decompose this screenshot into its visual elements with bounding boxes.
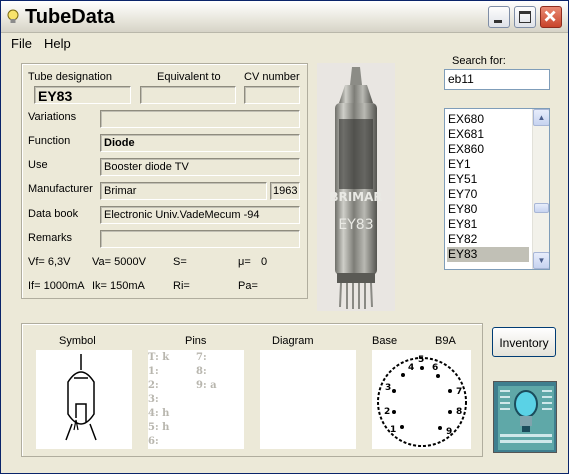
pins-label: Pins xyxy=(185,335,207,347)
socket-number: 6 xyxy=(432,363,438,373)
close-icon[interactable] xyxy=(540,6,562,28)
if-value: If= 1000mA xyxy=(28,280,85,292)
pin-entry: 3: xyxy=(148,394,159,405)
socket-number: 3 xyxy=(385,383,391,393)
menu-bar: File Help xyxy=(1,33,568,53)
search-input[interactable]: eb11 xyxy=(444,69,550,90)
minimize-icon[interactable] xyxy=(488,6,510,28)
socket-number: 2 xyxy=(384,407,390,417)
manufacturer-field[interactable]: Brimar xyxy=(100,182,267,200)
s-value: S= xyxy=(173,256,187,268)
pin-entry: 5: h xyxy=(148,422,170,433)
pin-entry: 4: h xyxy=(148,408,170,419)
list-item[interactable]: EY81 xyxy=(447,217,529,232)
socket-number: 1 xyxy=(390,425,396,435)
search-label: Search for: xyxy=(452,55,506,67)
pin-entry: 6: xyxy=(148,436,159,447)
tube-photo: BRIMAR EY83 xyxy=(317,63,395,311)
cv-field[interactable] xyxy=(244,86,300,104)
tube-image: BRIMAR EY83 xyxy=(329,67,383,309)
list-item[interactable]: EX860 xyxy=(447,142,529,157)
pa-value: Pa= xyxy=(238,280,258,292)
ik-value: Ik= 150mA xyxy=(92,280,145,292)
socket-number: 9 xyxy=(446,427,452,437)
socket-number: 7 xyxy=(456,387,462,397)
pins-column-1: T: k 1: 2: 3: 4: h 5: h 6: xyxy=(148,351,169,449)
pins-box: T: k 1: 2: 3: 4: h 5: h 6: 7: 8: 9: a xyxy=(148,350,244,449)
base-label: Base xyxy=(372,335,398,347)
symbol-label: Symbol xyxy=(59,335,96,347)
va-value: Va= 5000V xyxy=(92,256,146,268)
list-item[interactable]: EY70 xyxy=(447,187,529,202)
diagram-label: Diagram xyxy=(272,335,314,347)
vf-value: Vf= 6,3V xyxy=(28,256,71,268)
app-logo xyxy=(493,381,557,453)
use-field[interactable]: Booster diode TV xyxy=(100,158,300,176)
variations-field[interactable] xyxy=(100,110,300,128)
list-item[interactable]: EY82 xyxy=(447,232,529,247)
symbol-box xyxy=(36,350,132,449)
pin-entry: 8: xyxy=(196,366,207,377)
window-title: TubeData xyxy=(25,6,115,28)
remarks-field[interactable] xyxy=(100,230,300,248)
databook-field[interactable]: Electronic Univ.VadeMecum -94 xyxy=(100,206,300,224)
inventory-button[interactable]: Inventory xyxy=(492,327,556,357)
pins-column-2: 7: 8: 9: a xyxy=(196,351,217,393)
tube-brand-print: BRIMAR xyxy=(329,190,382,204)
use-label: Use xyxy=(28,159,48,171)
diagram-box xyxy=(260,350,356,449)
menu-help[interactable]: Help xyxy=(44,36,71,51)
ri-value: Ri= xyxy=(173,280,190,292)
socket-number: 5 xyxy=(418,355,424,365)
function-field[interactable]: Diode xyxy=(100,134,300,152)
maximize-icon[interactable] xyxy=(514,6,536,28)
list-item[interactable]: EX680 xyxy=(447,112,529,127)
tube-list[interactable]: EX680 EX681 EX860 EY1 EY51 EY70 EY80 EY8… xyxy=(444,108,550,270)
diode-symbol xyxy=(65,354,97,441)
function-label: Function xyxy=(28,135,71,147)
list-item[interactable]: EY51 xyxy=(447,172,529,187)
scroll-up-icon[interactable]: ▲ xyxy=(533,109,549,126)
base-socket-diagram: 4 5 6 7 3 2 1 8 9 xyxy=(377,355,467,447)
year-field[interactable]: 1963 xyxy=(270,182,300,200)
remarks-label: Remarks xyxy=(28,232,73,244)
designation-field[interactable]: EY83 xyxy=(34,86,131,104)
app-logo-image xyxy=(494,382,556,452)
manufacturer-label: Manufacturer xyxy=(28,183,93,195)
base-type: B9A xyxy=(435,335,456,347)
pin-entry: T: k xyxy=(148,352,170,363)
bulb-icon xyxy=(7,9,19,23)
app-window: TubeData File Help Tube designation Equi… xyxy=(0,0,569,474)
pin-entry: 7: xyxy=(196,352,207,363)
mu-label: μ= xyxy=(238,256,251,268)
cv-label: CV number xyxy=(244,71,300,83)
title-bar[interactable]: TubeData xyxy=(1,1,568,33)
pin-entry: 1: xyxy=(148,366,159,377)
databook-label: Data book xyxy=(28,208,79,220)
base-box: 4 5 6 7 3 2 1 8 9 xyxy=(372,350,471,449)
list-item-selected[interactable]: EY83 xyxy=(447,247,529,262)
equivalent-label: Equivalent to xyxy=(157,71,221,83)
menu-file[interactable]: File xyxy=(11,36,32,51)
list-scrollbar[interactable]: ▲ ▼ xyxy=(532,109,549,269)
variations-label: Variations xyxy=(28,111,77,123)
mu-value: 0 xyxy=(261,256,268,268)
designation-label: Tube designation xyxy=(28,71,112,83)
list-item[interactable]: EX681 xyxy=(447,127,529,142)
pin-entry: 2: xyxy=(148,380,159,391)
list-item[interactable]: EY80 xyxy=(447,202,529,217)
pin-entry: 9: a xyxy=(196,380,217,391)
equivalent-field[interactable] xyxy=(140,86,236,104)
scroll-down-icon[interactable]: ▼ xyxy=(533,252,549,269)
list-item[interactable]: EY1 xyxy=(447,157,529,172)
tube-type-print: EY83 xyxy=(338,217,373,233)
socket-number: 4 xyxy=(408,363,414,373)
scroll-thumb[interactable] xyxy=(534,203,549,213)
socket-number: 8 xyxy=(456,407,462,417)
